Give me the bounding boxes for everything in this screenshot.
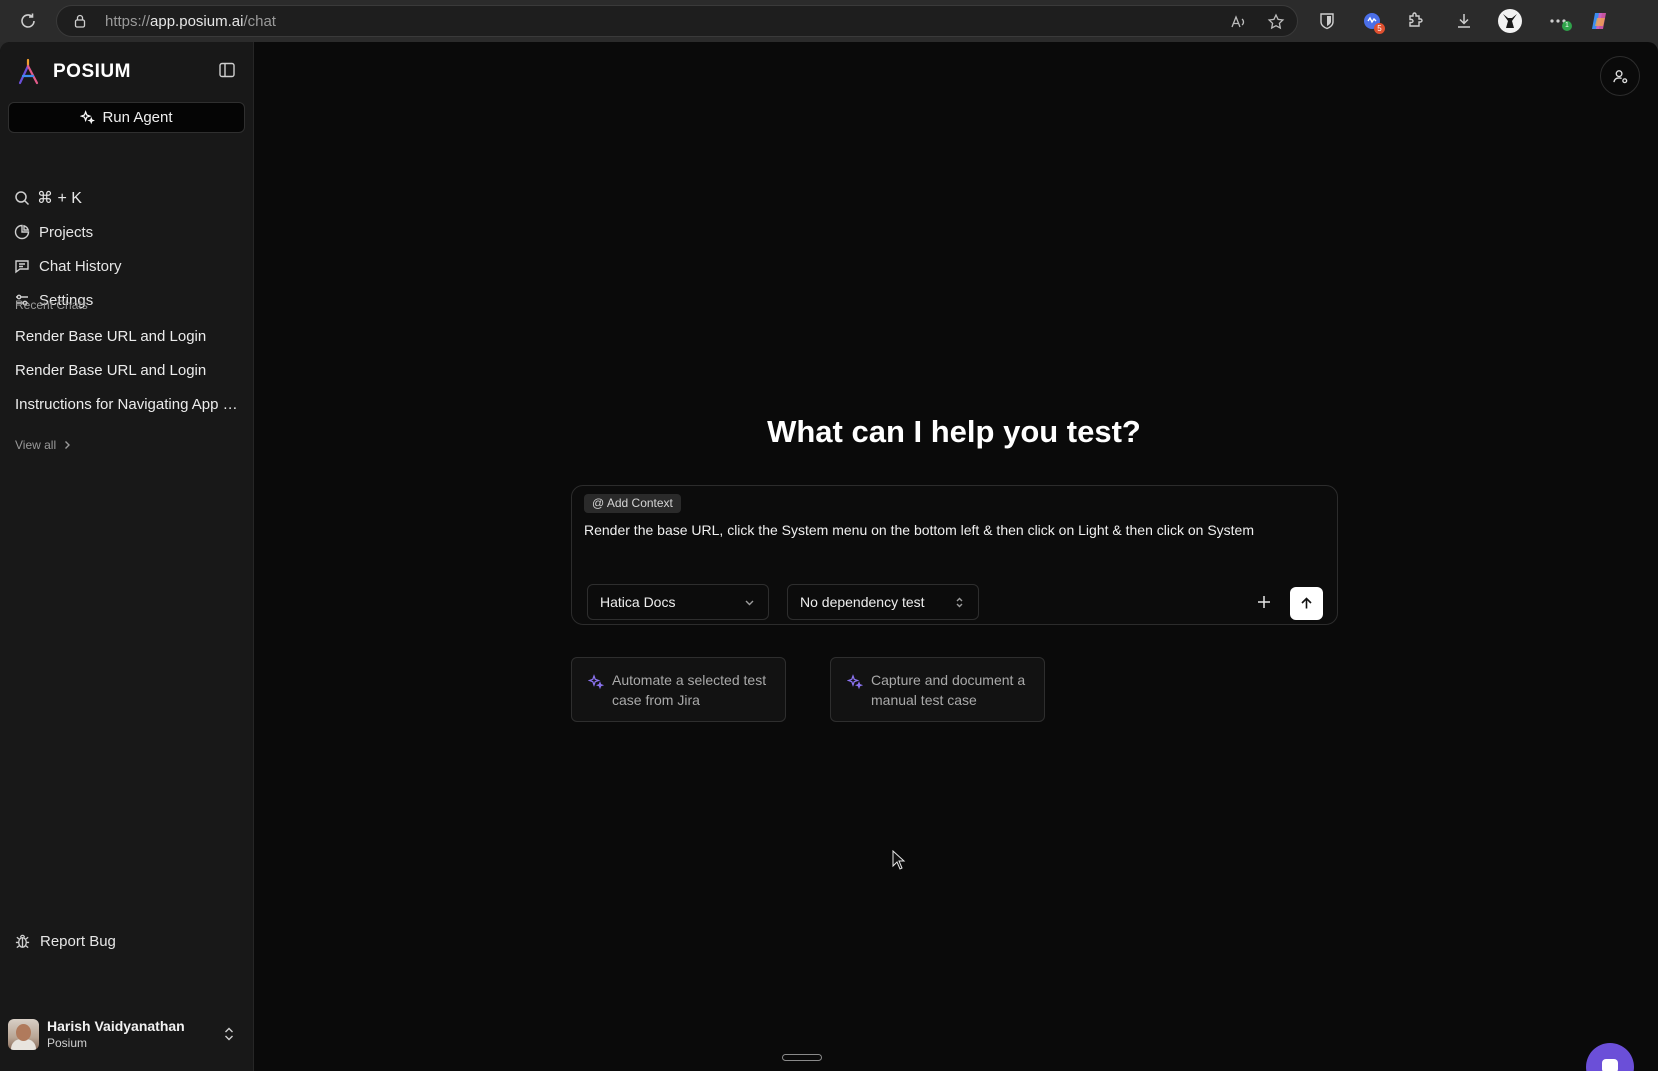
dependency-select[interactable]: No dependency test (787, 584, 979, 620)
extension-icon[interactable]: 5 (1362, 11, 1385, 34)
run-agent-button[interactable]: Run Agent (8, 102, 245, 133)
user-org: Posium (47, 1036, 88, 1050)
report-bug-button[interactable]: Report Bug (14, 933, 116, 950)
sidebar-item-label: Projects (39, 223, 94, 241)
sidebar-item-label: Chat History (39, 257, 122, 275)
bug-icon (15, 934, 30, 949)
view-all-label: View all (15, 438, 57, 452)
support-chat-button[interactable] (1586, 1043, 1634, 1071)
view-all-link[interactable]: View all (15, 438, 72, 452)
suggestion-card-manual[interactable]: Capture and document a manual test case (830, 657, 1045, 722)
sidebar-item-projects[interactable]: Projects (14, 220, 93, 244)
search-shortcut[interactable]: ⌘ + K (14, 186, 82, 210)
resize-handle[interactable] (782, 1054, 822, 1061)
recent-chats-heading: Recent Chats (15, 298, 88, 312)
chat-icon (15, 260, 29, 274)
dependency-select-value: No dependency test (800, 594, 925, 610)
reload-icon[interactable] (18, 11, 38, 31)
prompt-composer: @ Add Context Render the base URL, click… (571, 485, 1338, 625)
page-title: What can I help you test? (767, 414, 1141, 449)
extension-badge: 5 (1374, 23, 1385, 34)
sidebar: POSIUM Run Agent ⌘ + K Projects Chat His… (0, 42, 254, 1071)
recent-chat-item[interactable]: Render Base URL and Login (15, 328, 239, 345)
url-text[interactable]: https://app.posium.ai/chat (105, 13, 276, 30)
app-window: POSIUM Run Agent ⌘ + K Projects Chat His… (0, 42, 1658, 1071)
add-context-button[interactable]: @ Add Context (584, 494, 681, 513)
sparkle-icon (80, 110, 96, 125)
chat-bubble-icon (1602, 1059, 1618, 1071)
project-select-value: Hatica Docs (600, 594, 676, 610)
puzzle-extensions-icon[interactable] (1405, 11, 1425, 31)
suggestion-text: Capture and document a manual test case (871, 672, 1026, 708)
user-name: Harish Vaidyanathan (47, 1018, 185, 1034)
recent-chat-item[interactable]: Instructions for Navigating App to… (15, 396, 239, 413)
download-icon[interactable] (1454, 11, 1474, 31)
copilot-icon[interactable] (1588, 10, 1610, 32)
sparkle-icon (588, 674, 604, 690)
pie-chart-icon (14, 224, 30, 240)
profile-avatar-icon[interactable] (1498, 9, 1522, 33)
prompt-input[interactable]: Render the base URL, click the System me… (584, 522, 1254, 538)
favorite-star-icon[interactable] (1267, 13, 1285, 31)
account-button[interactable] (1600, 56, 1640, 96)
posium-logo-icon (18, 58, 39, 85)
address-bar[interactable]: https://app.posium.ai/chat (56, 5, 1298, 37)
chevron-up-down-icon (956, 597, 963, 608)
chevron-down-icon (745, 600, 754, 606)
recent-chat-item[interactable]: Render Base URL and Login (15, 362, 239, 379)
brand-name: POSIUM (53, 61, 131, 82)
browser-toolbar: https://app.posium.ai/chat 5 1 (0, 0, 1658, 42)
read-aloud-icon[interactable] (1229, 13, 1247, 31)
plus-icon[interactable] (1253, 591, 1275, 613)
user-menu[interactable]: Harish Vaidyanathan Posium (8, 1017, 248, 1053)
project-select[interactable]: Hatica Docs (587, 584, 769, 620)
lock-icon[interactable] (73, 14, 87, 28)
search-icon (15, 191, 30, 206)
mouse-cursor-icon (892, 850, 906, 870)
suggestion-text: Automate a selected test case from Jira (612, 672, 767, 708)
arrow-up-icon (1301, 597, 1312, 609)
more-menu-icon[interactable]: 1 (1548, 11, 1572, 31)
avatar (8, 1019, 39, 1050)
chevron-up-down-icon (225, 1027, 233, 1041)
shield-extension-icon[interactable] (1317, 11, 1337, 31)
send-button[interactable] (1290, 587, 1323, 620)
chevron-right-icon (65, 441, 71, 449)
suggestion-card-jira[interactable]: Automate a selected test case from Jira (571, 657, 786, 722)
report-bug-label: Report Bug (40, 933, 116, 950)
sidebar-item-chat-history[interactable]: Chat History (14, 254, 122, 278)
run-agent-label: Run Agent (102, 109, 173, 126)
user-settings-icon (1612, 69, 1627, 83)
menu-badge: 1 (1562, 21, 1572, 31)
sparkle-icon (847, 674, 863, 690)
search-shortcut-keys: ⌘ + K (37, 190, 82, 207)
sidebar-toggle-icon[interactable] (218, 61, 236, 79)
